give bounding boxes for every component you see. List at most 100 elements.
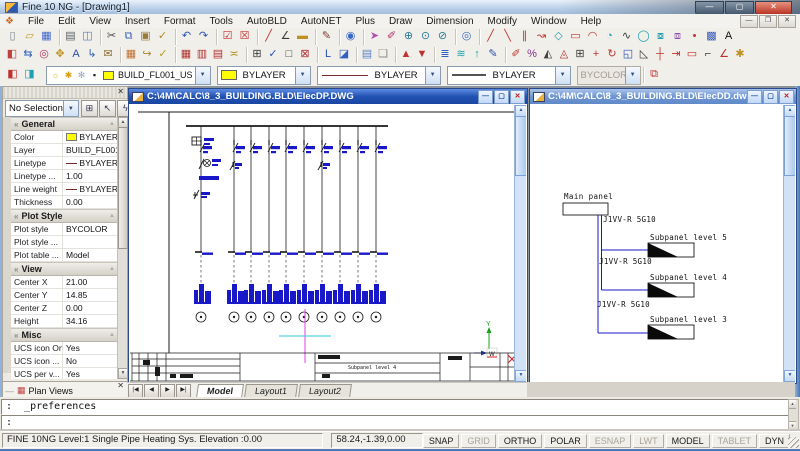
- point-icon[interactable]: •: [686, 29, 703, 45]
- menu-file[interactable]: File: [21, 16, 51, 27]
- grid-table-icon[interactable]: ⊞: [249, 47, 265, 63]
- command-input[interactable]: :: [1, 415, 795, 431]
- zoom-realtime-icon[interactable]: ◉: [342, 29, 359, 45]
- plot-icon[interactable]: ☑: [219, 29, 236, 45]
- elecdd-vscrollbar[interactable]: ▲ ▼: [783, 105, 795, 382]
- render-icon[interactable]: ▦: [123, 47, 139, 63]
- section-plot-style[interactable]: «Plot Style▲: [11, 209, 118, 223]
- mdi-close-button[interactable]: ✕: [778, 15, 796, 28]
- schedule-icon[interactable]: ▥: [194, 47, 210, 63]
- rectangle-icon[interactable]: ▭: [567, 29, 584, 45]
- fillet-icon[interactable]: ⌐: [700, 47, 716, 63]
- toggle-lwt[interactable]: LWT: [633, 434, 663, 448]
- menu-autobld[interactable]: AutoBLD: [240, 16, 294, 27]
- scroll-down-icon[interactable]: ▼: [515, 370, 526, 382]
- pan-icon[interactable]: ◎: [458, 29, 475, 45]
- array-icon[interactable]: ⊞: [572, 47, 588, 63]
- toggle-tablet[interactable]: TABLET: [712, 434, 757, 448]
- pick-select-button[interactable]: ↖: [99, 100, 116, 117]
- menu-window[interactable]: Window: [524, 16, 574, 27]
- layer-list-icon[interactable]: ≣: [437, 47, 453, 63]
- annotate-icon[interactable]: ✎: [485, 47, 501, 63]
- scroll-down-icon[interactable]: ▼: [789, 421, 796, 430]
- arc-icon[interactable]: ◠: [584, 29, 601, 45]
- erase-icon[interactable]: ✐: [508, 47, 524, 63]
- scroll-down-icon[interactable]: ▼: [118, 368, 128, 379]
- menu-help[interactable]: Help: [574, 16, 609, 27]
- layer-match-icon[interactable]: ⧉: [646, 67, 663, 83]
- layer-states-icon[interactable]: ◨: [21, 67, 38, 83]
- zoom-window-icon[interactable]: ⊕: [400, 29, 417, 45]
- bar-chart-icon[interactable]: ≍: [226, 47, 242, 63]
- make-block-icon[interactable]: ⧈: [669, 29, 686, 45]
- sketch-icon[interactable]: ╱: [260, 29, 277, 45]
- blank-box-icon[interactable]: □: [281, 47, 297, 63]
- pen-icon[interactable]: ✎: [318, 29, 335, 45]
- match-properties-icon[interactable]: ✓: [154, 29, 171, 45]
- undo-icon[interactable]: ↶: [178, 29, 195, 45]
- print-preview-icon[interactable]: ◫: [79, 29, 96, 45]
- titlebar[interactable]: Fine 10 NG - [Drawing1] — ▢ ✕: [0, 0, 800, 15]
- ucs-icon[interactable]: L: [320, 47, 336, 63]
- linetype-dropdown-button[interactable]: ▼: [425, 67, 440, 84]
- toggle-model[interactable]: MODEL: [666, 434, 710, 448]
- multiline-icon[interactable]: ∥: [516, 29, 533, 45]
- open-icon[interactable]: ▱: [21, 29, 38, 45]
- tab-scroll-last-button[interactable]: ▶|: [176, 384, 191, 398]
- scroll-thumb[interactable]: [515, 116, 526, 176]
- menu-draw[interactable]: Draw: [382, 16, 419, 27]
- layers-stack-icon[interactable]: ❏: [375, 47, 391, 63]
- elecdp-minimize-button[interactable]: —: [478, 90, 493, 104]
- layer-lock-icon[interactable]: ▪: [88, 70, 101, 81]
- find-icon[interactable]: ◎: [36, 47, 52, 63]
- menu-autonet[interactable]: AutoNET: [294, 16, 349, 27]
- line-icon[interactable]: ╱: [482, 29, 499, 45]
- spline-icon[interactable]: ∿: [618, 29, 635, 45]
- elecdp-vscrollbar[interactable]: ▲ ▼: [514, 105, 526, 382]
- section-misc[interactable]: «Misc▲: [11, 328, 118, 342]
- mdi-minimize-button[interactable]: —: [740, 15, 758, 28]
- menu-view[interactable]: View: [82, 16, 118, 27]
- new-icon[interactable]: ▯: [4, 29, 21, 45]
- extend-icon[interactable]: ⇥: [668, 47, 684, 63]
- palette-scrollbar[interactable]: ▲ ▼: [117, 117, 127, 379]
- polyline-icon[interactable]: ↝: [533, 29, 550, 45]
- mail-icon[interactable]: ✉: [100, 47, 116, 63]
- plan-views-close-icon[interactable]: ✕: [117, 381, 124, 390]
- rotate-icon[interactable]: ↻: [604, 47, 620, 63]
- zoom-in-icon[interactable]: ⊙: [417, 29, 434, 45]
- insert-block-icon[interactable]: ⧇: [652, 29, 669, 45]
- menu-edit[interactable]: Edit: [51, 16, 82, 27]
- explode-icon[interactable]: ✱: [732, 47, 748, 63]
- text-icon[interactable]: A: [720, 29, 737, 45]
- offset-icon[interactable]: ◬: [556, 47, 572, 63]
- paste-icon[interactable]: ▣: [137, 29, 154, 45]
- resize-grip[interactable]: [788, 437, 799, 448]
- elecdp-titlebar[interactable]: C:\4M\CALC\8_3_BUILDING.BLD\ElecDP.DWG —…: [129, 89, 527, 104]
- section-general[interactable]: «General▲: [11, 117, 118, 131]
- scale-icon[interactable]: ◱: [620, 47, 636, 63]
- bom-table-icon[interactable]: ▦: [178, 47, 194, 63]
- building-icon[interactable]: ◧: [4, 47, 20, 63]
- cross-box-icon[interactable]: ⊠: [297, 47, 313, 63]
- copy-icon[interactable]: ⧉: [120, 29, 137, 45]
- tab-layout2[interactable]: Layout2: [298, 384, 352, 398]
- tab-scroll-first-button[interactable]: |◀: [128, 384, 143, 398]
- lineweight-dropdown-button[interactable]: ▼: [555, 67, 570, 84]
- audit-icon[interactable]: ✓: [155, 47, 171, 63]
- section-view[interactable]: «View▲: [11, 262, 118, 276]
- menu-format[interactable]: Format: [157, 16, 203, 27]
- angle-icon[interactable]: ∠: [277, 29, 294, 45]
- text-style-icon[interactable]: A: [68, 47, 84, 63]
- elecdp-maximize-button[interactable]: ▢: [494, 90, 509, 104]
- menu-insert[interactable]: Insert: [118, 16, 157, 27]
- tab-scroll-prev-button[interactable]: ◀: [144, 384, 159, 398]
- cut-icon[interactable]: ✂: [103, 29, 120, 45]
- pointer-icon[interactable]: ➤: [366, 29, 383, 45]
- plan-views-item[interactable]: — ▦ Plan Views: [5, 385, 73, 396]
- tab-model[interactable]: Model: [196, 384, 244, 398]
- selection-dropdown-button[interactable]: ▼: [63, 101, 78, 116]
- sheet-icon[interactable]: ▤: [359, 47, 375, 63]
- menu-plus[interactable]: Plus: [348, 16, 381, 27]
- layer-dropdown-button[interactable]: ▼: [195, 67, 210, 84]
